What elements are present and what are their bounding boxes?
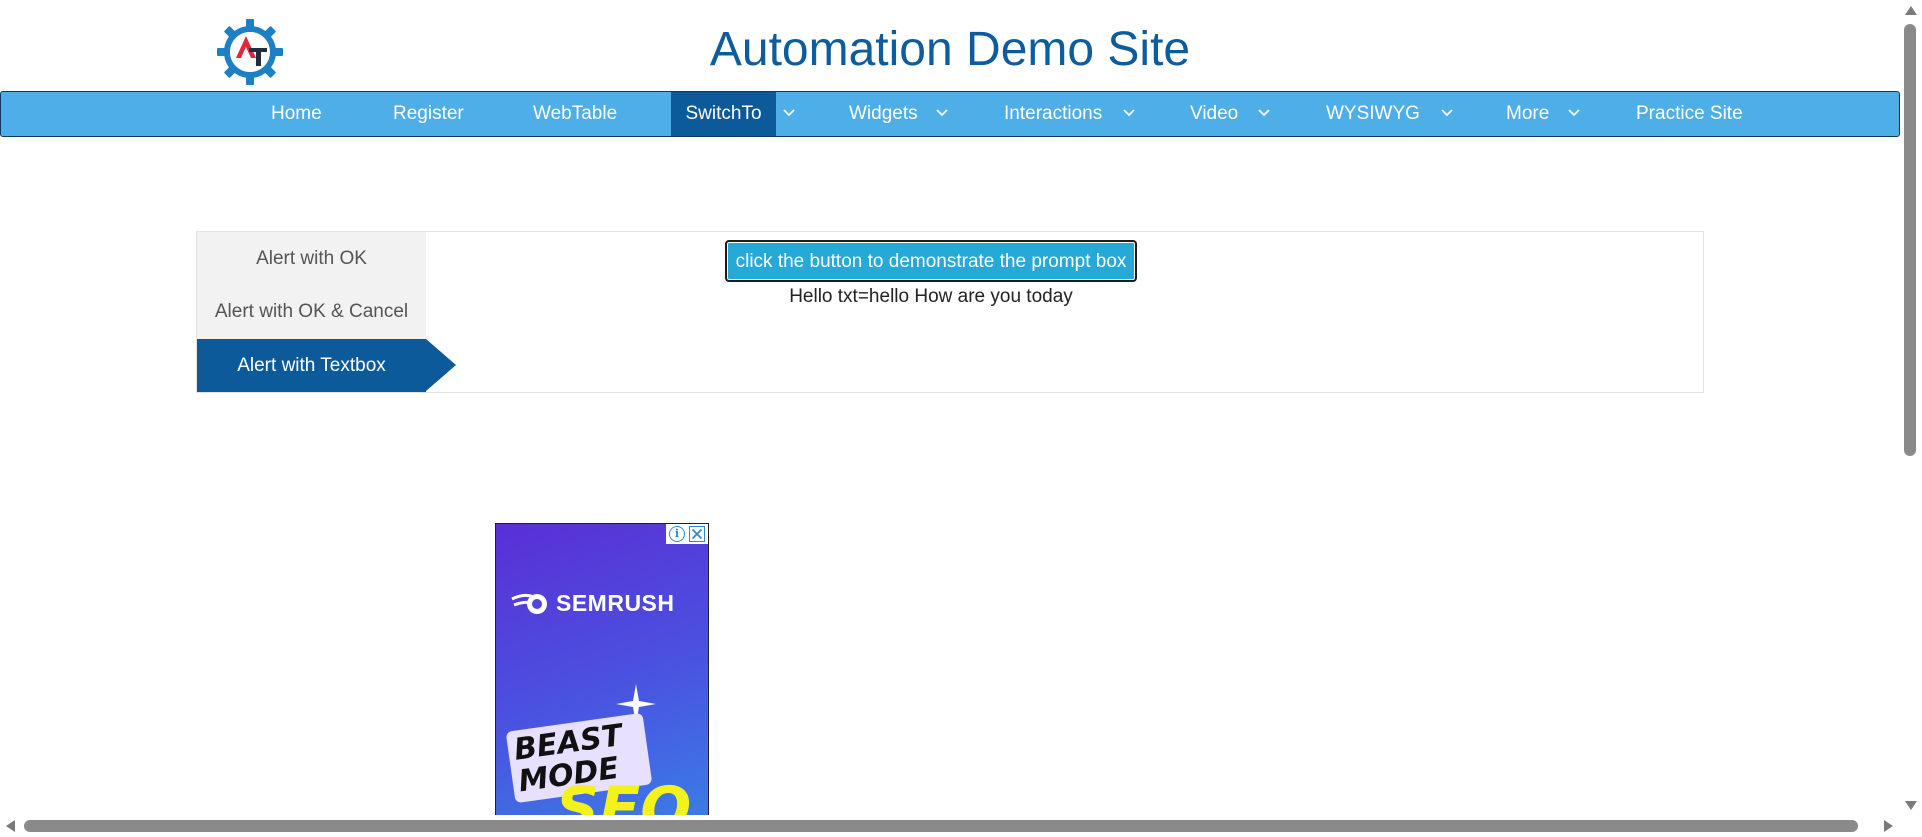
nav-item-webtable[interactable]: WebTable <box>533 92 617 136</box>
nav-item-practice-site[interactable]: Practice Site <box>1636 92 1743 136</box>
scroll-left-arrow-icon[interactable] <box>6 820 15 832</box>
alert-tab-list: Alert with OK Alert with OK & Cancel Ale… <box>197 232 426 392</box>
page-title: Automation Demo Site <box>709 23 1191 76</box>
vertical-scrollbar[interactable] <box>1900 0 1922 815</box>
advertisement[interactable]: i SEMRUSH BEAST MODE SEO <box>495 523 709 815</box>
scroll-down-arrow-icon[interactable] <box>1905 801 1917 810</box>
prompt-box-button[interactable]: click the button to demonstrate the prom… <box>725 240 1137 282</box>
chevron-down-icon <box>936 109 948 117</box>
nav-item-video[interactable]: Video <box>1190 92 1238 136</box>
prompt-result-text: Hello txt=hello How are you today <box>789 286 1073 307</box>
nav-item-home[interactable]: Home <box>271 92 322 136</box>
nav-item-more[interactable]: More <box>1506 92 1549 136</box>
chevron-down-icon <box>1441 109 1453 117</box>
ad-seo-text: SEO <box>556 774 692 815</box>
nav-item-widgets[interactable]: Widgets <box>849 92 918 136</box>
chevron-down-icon <box>1258 109 1270 117</box>
ad-brand-text: SEMRUSH <box>556 590 675 616</box>
nav-more-dropdown[interactable] <box>1561 92 1589 136</box>
scroll-up-arrow-icon[interactable] <box>1905 6 1917 15</box>
active-tab-arrow <box>426 339 456 391</box>
chevron-down-icon <box>1123 109 1135 117</box>
ad-brand: SEMRUSH <box>510 590 675 617</box>
horizontal-scrollbar[interactable] <box>0 815 1900 837</box>
vertical-scroll-thumb[interactable] <box>1904 24 1916 456</box>
ad-controls: i <box>666 524 708 544</box>
info-icon[interactable]: i <box>669 526 685 542</box>
tab-alert-ok[interactable]: Alert with OK <box>197 232 426 285</box>
nav-item-interactions[interactable]: Interactions <box>1004 92 1102 136</box>
nav-switchto-dropdown[interactable] <box>776 92 804 136</box>
chevron-down-icon <box>1568 109 1580 117</box>
close-icon[interactable] <box>689 526 705 542</box>
nav-item-wysiwyg[interactable]: WYSIWYG <box>1326 92 1420 136</box>
nav-item-register[interactable]: Register <box>393 92 464 136</box>
nav-widgets-dropdown[interactable] <box>929 92 957 136</box>
semrush-logo-icon <box>511 593 547 614</box>
alerts-panel: Alert with OK Alert with OK & Cancel Ale… <box>196 231 1704 393</box>
page: Automation Demo Site Home Register WebTa… <box>0 0 1900 815</box>
nav-video-dropdown[interactable] <box>1251 92 1279 136</box>
scrollbar-corner <box>1900 815 1922 837</box>
tab-alert-textbox[interactable]: Alert with Textbox <box>197 339 426 392</box>
horizontal-scroll-thumb[interactable] <box>24 820 1858 832</box>
main-nav: Home Register WebTable SwitchTo Widgets … <box>0 91 1900 137</box>
nav-wysiwyg-dropdown[interactable] <box>1434 92 1462 136</box>
nav-interactions-dropdown[interactable] <box>1116 92 1144 136</box>
tab-alert-ok-cancel[interactable]: Alert with OK & Cancel <box>197 285 426 338</box>
scroll-right-arrow-icon[interactable] <box>1884 820 1893 832</box>
chevron-down-icon <box>783 109 795 117</box>
nav-item-switchto[interactable]: SwitchTo <box>671 92 776 136</box>
